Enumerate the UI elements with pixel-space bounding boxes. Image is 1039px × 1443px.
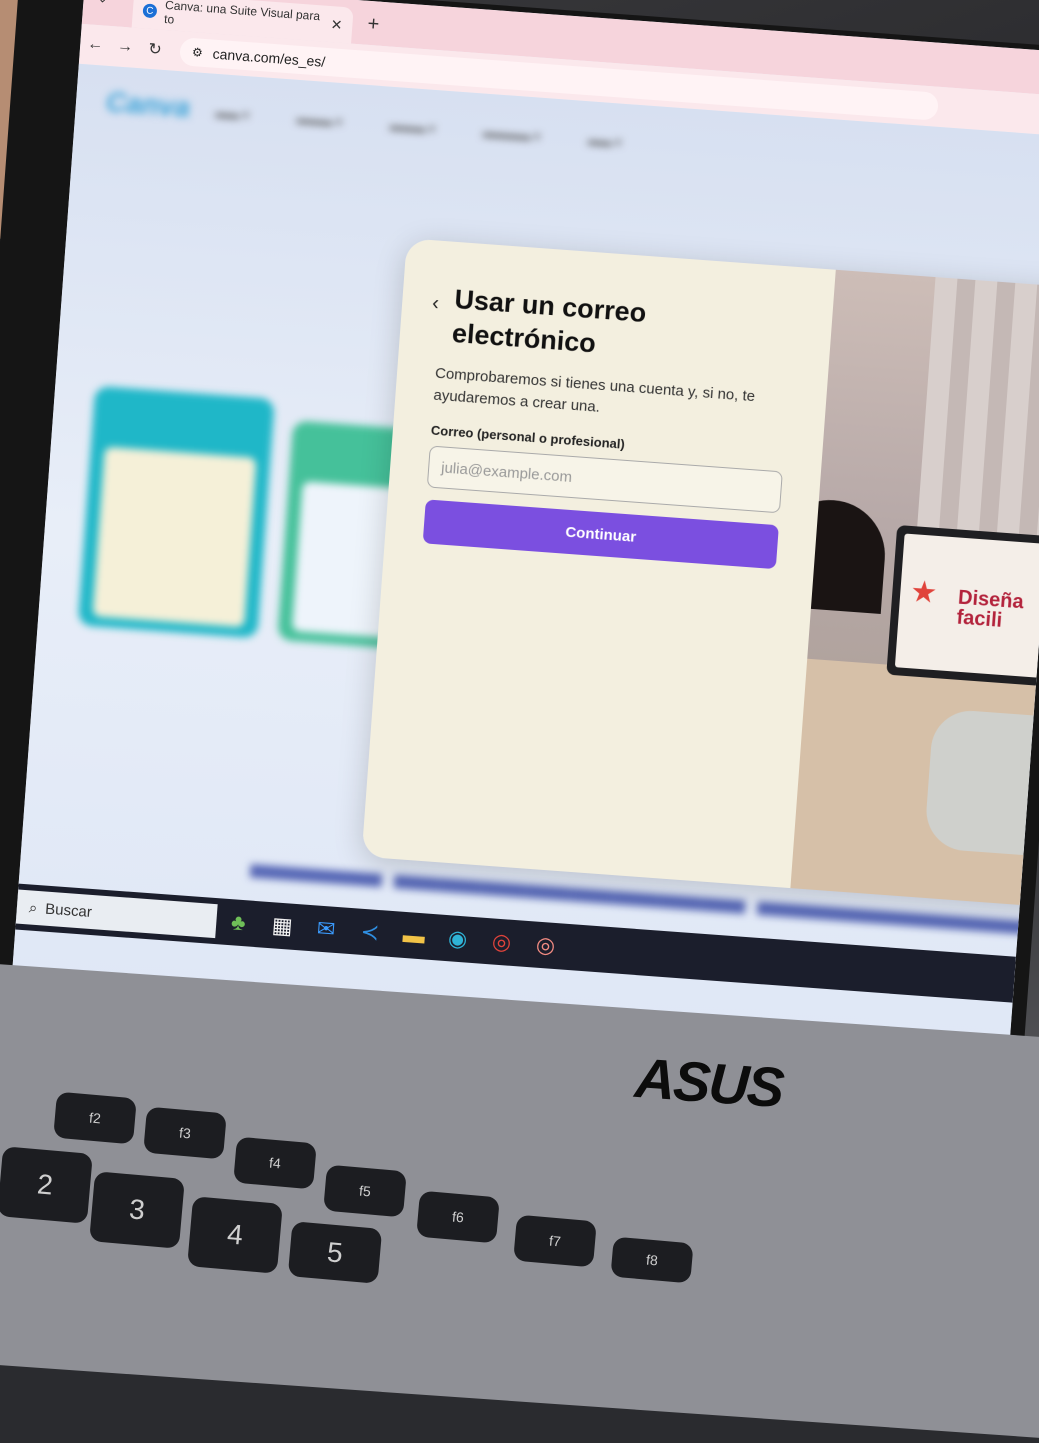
key-f5: f5 (323, 1164, 407, 1218)
continue-button[interactable]: Continuar (422, 499, 779, 570)
person-arm (923, 708, 1039, 863)
widgets-icon[interactable]: ♣ (215, 904, 261, 941)
photo-laptop: ★ Diseña facili (886, 524, 1039, 689)
key-f4: f4 (233, 1136, 317, 1190)
search-icon: ⌕ (28, 898, 38, 917)
nav-item: ▬▬ ▾ (587, 133, 622, 150)
key-f3: f3 (143, 1106, 227, 1160)
key-2: 2 (0, 1146, 93, 1224)
tab-search-icon[interactable]: ⌄ (97, 0, 108, 6)
new-tab-button[interactable]: + (367, 13, 380, 37)
nav-item: ▬▬ ▾ (215, 105, 250, 123)
key-5: 5 (287, 1221, 383, 1284)
site-settings-icon[interactable]: ⚙ (191, 45, 203, 60)
mail-icon[interactable]: ✉ (303, 911, 349, 948)
key-4: 4 (187, 1196, 283, 1274)
nav-item: ▬▬▬▬ ▾ (482, 125, 541, 144)
chrome-icon[interactable]: ◎ (478, 924, 524, 961)
key-f7: f7 (513, 1214, 597, 1268)
file-explorer-icon[interactable]: ▬ (391, 917, 437, 954)
close-tab-icon[interactable]: ✕ (330, 16, 343, 34)
nav-item: ▬▬▬ ▾ (296, 111, 343, 130)
edge-icon[interactable]: ◉ (435, 920, 481, 957)
top-nav: ▬▬ ▾ ▬▬▬ ▾ ▬▬▬ ▾ ▬▬▬▬ ▾ ▬▬ ▾ (215, 106, 622, 150)
taskbar-search[interactable]: ⌕ Buscar (15, 889, 218, 939)
template-card (77, 385, 275, 639)
store-icon[interactable]: ▦ (259, 907, 305, 944)
login-form-panel: ‹ Usar un correo electrónico Comprobarem… (361, 238, 836, 889)
reload-icon[interactable]: ↻ (139, 38, 170, 60)
laptop-brand-logo: ASUS (632, 1045, 785, 1120)
modal-title: Usar un correo electrónico (451, 283, 648, 359)
star-icon: ★ (909, 575, 939, 611)
laptop-screen: ⌄ C Canva: una Suite Visual para to ✕ + … (11, 0, 1039, 1061)
login-modal: ‹ Usar un correo electrónico Comprobarem… (361, 238, 1039, 911)
forward-arrow-icon[interactable]: → (110, 37, 141, 57)
promo-text: Diseña facili (955, 586, 1025, 632)
modal-description: Comprobaremos si tienes una cuenta y, si… (432, 364, 756, 416)
vscode-icon[interactable]: ≺ (347, 914, 393, 951)
key-f6: f6 (416, 1190, 500, 1244)
key-f2: f2 (53, 1091, 137, 1145)
nav-item: ▬▬▬ ▾ (389, 118, 436, 137)
canva-logo: Canva (105, 85, 192, 123)
promo-photo-panel: ★ Diseña facili (790, 269, 1039, 911)
url-text: canva.com/es_es/ (212, 45, 326, 70)
photo-laptop-screen: ★ Diseña facili (894, 533, 1039, 680)
back-chevron-icon[interactable]: ‹ (431, 292, 439, 315)
key-f8: f8 (610, 1236, 694, 1284)
key-3: 3 (89, 1171, 185, 1249)
chrome-profile-icon[interactable]: ◎ (522, 927, 568, 964)
canva-favicon-icon: C (142, 3, 158, 19)
search-label: Buscar (44, 900, 93, 921)
back-arrow-icon[interactable]: ← (80, 35, 111, 55)
